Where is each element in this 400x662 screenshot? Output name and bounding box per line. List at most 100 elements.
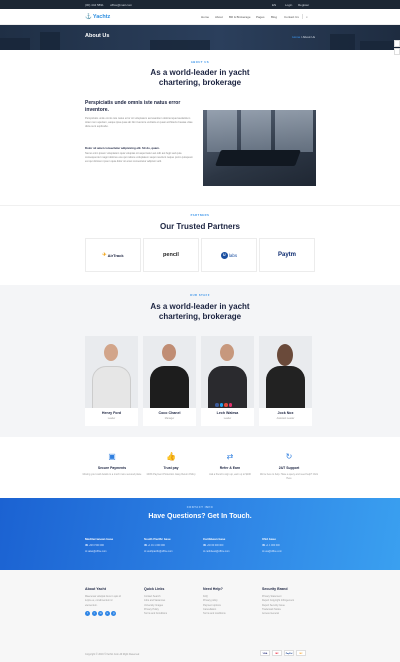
linkedin-icon[interactable]: in [98, 610, 104, 616]
feature-secure-payments: ▣ Secure Payments Moving your card detai… [82, 452, 142, 476]
paypal-icon: PayPal [284, 650, 294, 656]
footer-link[interactable]: Access General [262, 612, 322, 616]
breadcrumb-home[interactable]: Home [292, 35, 300, 39]
office-email[interactable]: ✉ sales@office.com [85, 550, 145, 553]
google-plus-icon[interactable] [224, 403, 228, 407]
office-phone[interactable]: ☎ +38 0 500 000 [85, 544, 145, 547]
office-phone[interactable]: ☎ +1 01 1 000 000 [144, 544, 204, 547]
footer-socials: f t in s p [85, 610, 145, 616]
about-question: Dolor sit amet consectetur adipisicing e… [85, 146, 160, 150]
partner-pencil[interactable]: pencil [143, 238, 199, 272]
staff-card[interactable]: Lech Walesa Leader [201, 336, 254, 426]
wallet-icon: ▣ [108, 452, 116, 461]
staff-photo [143, 336, 196, 408]
staff-name: Lech Walesa [216, 411, 239, 415]
footer-security: Security Brand Privacy Statement Report … [262, 587, 322, 616]
email-text[interactable]: office@mail.com [110, 3, 132, 7]
staff-role: Manager [164, 417, 175, 420]
staff-card[interactable]: Henry Ford Leader [85, 336, 138, 426]
side-settings-icon[interactable] [394, 48, 400, 55]
office-phone[interactable]: ☎ +1 1 000 000 [262, 544, 322, 547]
about-paragraph-2: Nemo enim ipsam voluptatem quia voluptas… [85, 152, 193, 163]
mastercard-icon: MC [272, 650, 282, 656]
footer-link[interactable]: Terms and Conditions [144, 612, 204, 616]
copyright: Copyright © 2019 ©Yachtz.Com All Right R… [85, 653, 140, 656]
twitter-icon[interactable]: t [91, 610, 97, 616]
staff-card[interactable]: Coco Chanel Manager [143, 336, 196, 426]
footer: About Yacht Maecenas volutpat risus in q… [0, 570, 400, 662]
nav-home[interactable]: Home [201, 15, 209, 19]
breadcrumb-current: About Us [302, 35, 315, 39]
staff-role: Leader [107, 417, 116, 420]
nav-blog[interactable]: Blog [271, 15, 277, 19]
staff-role: Assistant Leader [276, 417, 295, 420]
language-select[interactable]: EN [272, 3, 276, 7]
partners-title: Our Trusted Partners [159, 222, 241, 231]
feature-trust-pay: 👍 Trust pay 100% Payment Protection. Eas… [141, 452, 201, 477]
staff-card[interactable]: Jock Nox Assistant Leader [259, 336, 312, 426]
partner-paytm[interactable]: Paytm [259, 238, 315, 272]
contact-eyebrow: CONTACT INFO [186, 506, 214, 509]
about-eyebrow: ABOUT US [190, 61, 210, 64]
staff-name: Henry Ford [101, 411, 122, 415]
side-cart-icon[interactable] [394, 40, 400, 47]
feature-refer-earn: ⇄ Refer & Earn Ask a friend to sign up, … [200, 452, 260, 477]
meeting-room-image [203, 110, 316, 186]
twitter-icon[interactable] [219, 403, 223, 407]
plane-icon: ✈ [102, 252, 107, 258]
skype-icon[interactable]: s [104, 610, 110, 616]
logo[interactable]: ⚓Yachtz [85, 14, 110, 20]
office-usa: USA base ☎ +1 1 000 000 ✉ usa@office.com [262, 537, 322, 553]
footer-help: Need Help? FAQ Privacy policy Payment op… [203, 587, 263, 616]
maestro-icon: MC [296, 650, 306, 656]
office-email[interactable]: ✉ usa@office.com [262, 550, 322, 553]
office-caribbean: Caribbean base ☎ +30 00 000 000 ✉ caribb… [203, 537, 263, 553]
staff-name: Coco Chanel [158, 411, 181, 415]
nav-bill-brokerage[interactable]: Bill & Brokerage [229, 15, 251, 19]
feature-support: ↻ 24/7 Support We're here to help. Have … [260, 452, 318, 480]
contact-title: Have Questions? Get In Touch. [148, 513, 252, 520]
staff-photo [85, 336, 138, 408]
partner-labs[interactable]: U labs [201, 238, 257, 272]
labs-logo-icon: U [220, 251, 228, 259]
staff-eyebrow: OUR STAFF [189, 294, 211, 297]
staff-social-links [215, 403, 232, 407]
breadcrumb: Home / About Us [292, 35, 315, 39]
staff-role: Leader [223, 417, 232, 420]
partner-airtrack[interactable]: ✈ AirTrack [85, 238, 141, 272]
office-email[interactable]: ✉ southpacific@office.com [144, 550, 204, 553]
register-link[interactable]: Register [298, 3, 309, 7]
staff-title: As a world-leader in yacht chartering, b… [150, 302, 250, 321]
staff-photo [259, 336, 312, 408]
staff-name: Jock Nox [277, 411, 294, 415]
office-south-pacific: South Pacific base ☎ +1 01 1 000 000 ✉ s… [144, 537, 204, 553]
office-email[interactable]: ✉ caribbean@office.com [203, 550, 263, 553]
instagram-icon[interactable] [228, 403, 232, 407]
about-title: As a world-leader in yacht chartering, b… [150, 68, 250, 87]
office-phone[interactable]: ☎ +30 00 000 000 [203, 544, 263, 547]
page-title: About Us [85, 33, 110, 39]
partners-eyebrow: PARTNERS [190, 214, 210, 217]
search-icon[interactable]: ⌕ [306, 15, 308, 19]
footer-quick-links: Quick Links Contact Search Jobs and Vaca… [144, 587, 204, 616]
section-divider [0, 205, 400, 206]
about-subtitle: Perspiciatis unde omnis iste natus error… [85, 100, 181, 113]
staff-photo [201, 336, 254, 408]
login-link[interactable]: Login [285, 3, 292, 7]
thumbs-up-icon: 👍 [166, 452, 176, 461]
support-icon: ↻ [285, 452, 293, 461]
about-paragraph-1: Perspiciatis unde omnis iste natus error… [85, 117, 193, 128]
anchor-icon: ⚓ [85, 14, 92, 20]
phone-text[interactable]: (00) 444 5891 [85, 3, 104, 7]
top-bar: (00) 444 5891 office@mail.com EN Login R… [0, 0, 400, 9]
pinterest-icon[interactable]: p [111, 610, 117, 616]
footer-about: About Yacht Maecenas volutpat risus in q… [85, 587, 145, 616]
nav-contact[interactable]: Contact Us [284, 15, 299, 19]
facebook-icon[interactable]: f [85, 610, 90, 616]
footer-link[interactable]: Terms and conditions [203, 612, 263, 616]
nav-pages[interactable]: Pages [256, 15, 265, 19]
nav-about[interactable]: About [215, 15, 223, 19]
nav-divider [302, 14, 303, 19]
facebook-icon[interactable] [215, 403, 219, 407]
office-mediterranean: Mediterranean base ☎ +38 0 500 000 ✉ sal… [85, 537, 145, 553]
